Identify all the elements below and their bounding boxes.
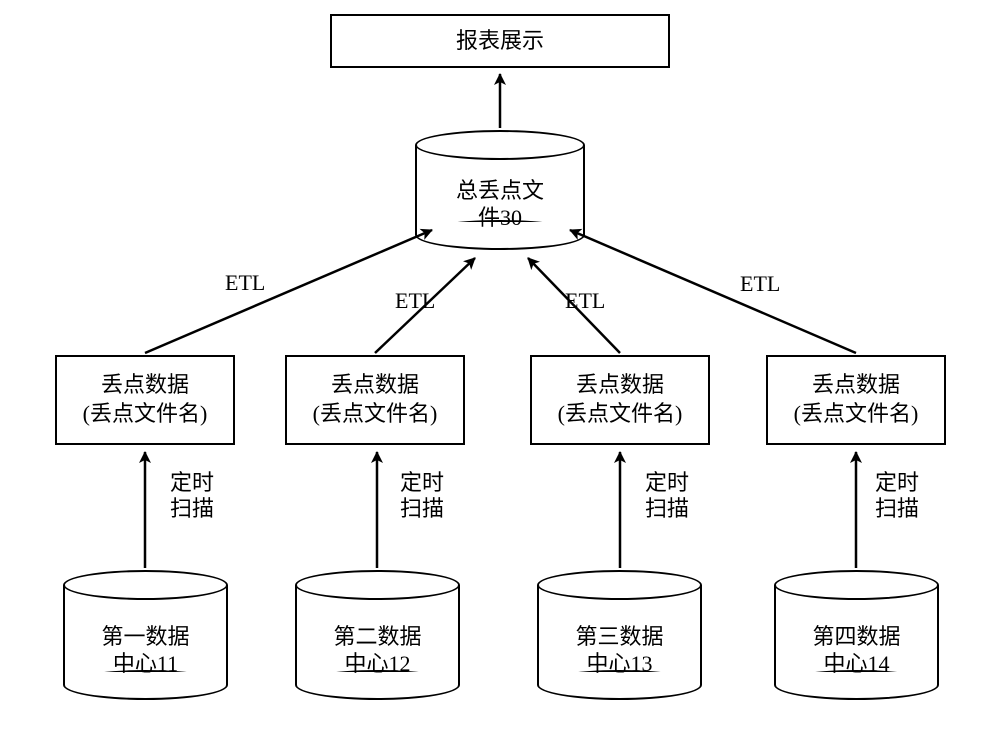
drop-data-box-2: 丢点数据 (丢点文件名) [285,355,465,445]
etl-label-2: ETL [395,288,435,314]
drop-data-2-l1: 丢点数据 [331,371,419,400]
drop-data-2-l2: (丢点文件名) [313,400,438,429]
data-center-3: 第三数据 中心13 [537,570,702,700]
scan-label-2: 定时 扫描 [400,470,444,523]
drop-data-1-l2: (丢点文件名) [83,400,208,429]
scan-label-1: 定时 扫描 [170,470,214,523]
etl-label-3: ETL [565,288,605,314]
drop-data-3-l1: 丢点数据 [576,371,664,400]
drop-data-4-l2: (丢点文件名) [794,400,919,429]
total-file-line2: 件30 [478,204,522,232]
drop-data-1-l1: 丢点数据 [101,371,189,400]
etl-label-4: ETL [740,271,780,297]
data-center-4: 第四数据 中心14 [774,570,939,700]
data-center-2: 第二数据 中心12 [295,570,460,700]
diagram-canvas: 报表展示 总丢点文 件30 ETL ETL ETL ETL 丢点数据 (丢点文件… [0,0,1000,732]
drop-data-box-3: 丢点数据 (丢点文件名) [530,355,710,445]
scan-label-3: 定时 扫描 [645,470,689,523]
drop-data-box-1: 丢点数据 (丢点文件名) [55,355,235,445]
drop-data-3-l2: (丢点文件名) [558,400,683,429]
total-file-line1: 总丢点文 [456,177,544,205]
report-display-box: 报表展示 [330,14,670,68]
total-drop-file-cylinder: 总丢点文 件30 [415,130,585,250]
data-center-1: 第一数据 中心11 [63,570,228,700]
scan-label-4: 定时 扫描 [875,470,919,523]
etl-label-1: ETL [225,270,265,296]
drop-data-4-l1: 丢点数据 [812,371,900,400]
report-display-label: 报表展示 [456,27,544,56]
drop-data-box-4: 丢点数据 (丢点文件名) [766,355,946,445]
